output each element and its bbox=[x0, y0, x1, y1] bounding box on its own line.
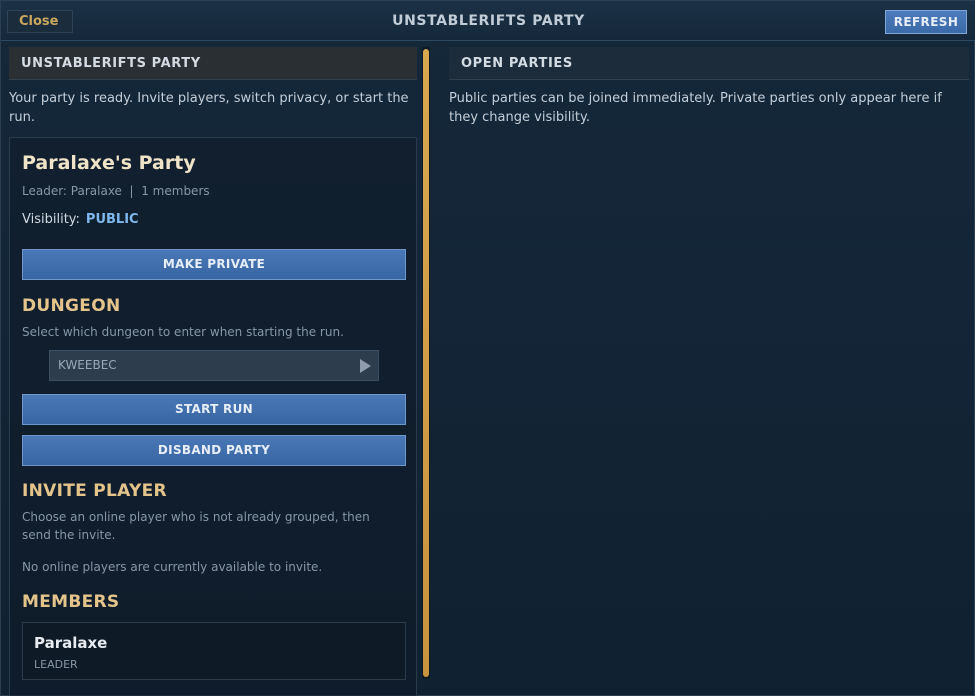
dungeon-selected-value: KWEEBEC bbox=[58, 358, 117, 372]
party-panel-header: UNSTABLERIFTS PARTY bbox=[9, 47, 417, 80]
visibility-row: Visibility: PUBLIC bbox=[22, 212, 139, 227]
member-card: Paralaxe LEADER bbox=[22, 622, 406, 680]
party-window: Close UNSTABLERIFTS PARTY REFRESH UNSTAB… bbox=[0, 0, 975, 696]
dungeon-title: DUNGEON bbox=[22, 296, 121, 316]
invite-description: Choose an online player who is not alrea… bbox=[22, 510, 370, 542]
visibility-label: Visibility: bbox=[22, 212, 80, 227]
start-run-button[interactable]: START RUN bbox=[22, 394, 406, 425]
invite-player-title: INVITE PLAYER bbox=[22, 481, 167, 501]
party-meta: Leader: Paralaxe | 1 members bbox=[22, 184, 210, 198]
play-arrow-icon[interactable] bbox=[360, 359, 371, 373]
open-parties-header: OPEN PARTIES bbox=[449, 47, 969, 80]
member-role: LEADER bbox=[34, 658, 78, 671]
members-title: MEMBERS bbox=[22, 592, 120, 612]
open-parties-panel: OPEN PARTIES Public parties can be joine… bbox=[449, 47, 969, 687]
window-title: UNSTABLERIFTS PARTY bbox=[392, 13, 585, 29]
make-private-button[interactable]: MAKE PRIVATE bbox=[22, 249, 406, 280]
party-name: Paralaxe's Party bbox=[22, 152, 196, 174]
party-panel-scrollbar[interactable] bbox=[422, 47, 430, 679]
title-bar: Close UNSTABLERIFTS PARTY REFRESH bbox=[1, 1, 975, 41]
disband-party-button[interactable]: DISBAND PARTY bbox=[22, 435, 406, 466]
party-card: Paralaxe's Party Leader: Paralaxe | 1 me… bbox=[9, 137, 417, 696]
visibility-value: PUBLIC bbox=[85, 212, 139, 227]
invite-empty-message: No online players are currently availabl… bbox=[22, 560, 323, 574]
party-intro-text: Your party is ready. Invite players, swi… bbox=[9, 91, 409, 125]
scrollbar-thumb[interactable] bbox=[423, 49, 429, 677]
member-name: Paralaxe bbox=[34, 634, 108, 652]
party-panel: UNSTABLERIFTS PARTY Your party is ready.… bbox=[9, 47, 417, 696]
dungeon-select[interactable]: KWEEBEC bbox=[49, 350, 379, 381]
refresh-button[interactable]: REFRESH bbox=[885, 10, 967, 34]
open-parties-description: Public parties can be joined immediately… bbox=[449, 91, 942, 125]
dungeon-description: Select which dungeon to enter when start… bbox=[22, 325, 344, 339]
